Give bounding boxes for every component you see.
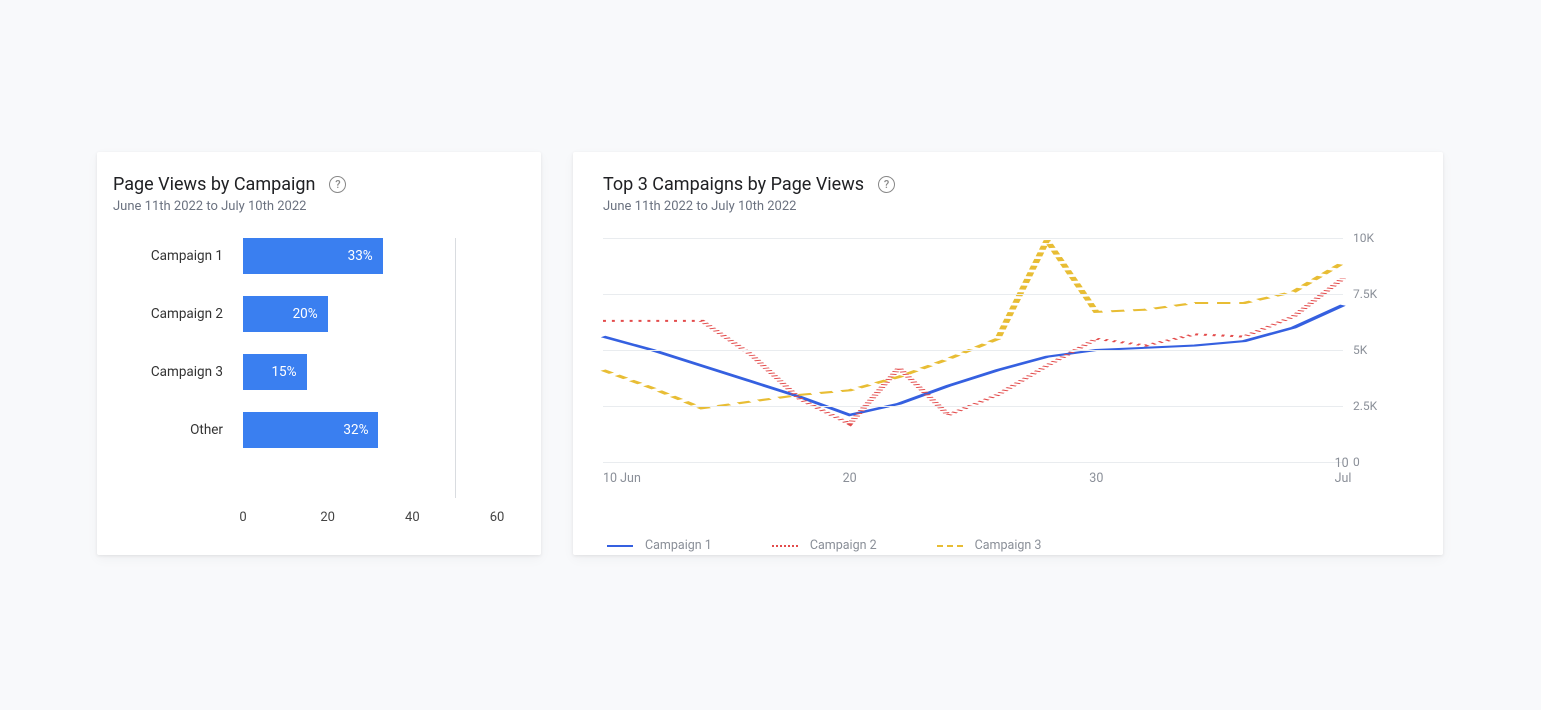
bar-chart-plot: Campaign 133% Campaign 220% Campaign 315% O… [243, 238, 497, 498]
series-line [603, 240, 1343, 408]
series-line [603, 278, 1343, 424]
y-tick-label: 5K [1353, 343, 1403, 357]
x-tick-label: 10 Jul [1335, 456, 1352, 486]
legend-label: Campaign 2 [810, 538, 877, 553]
bar-category-label: Campaign 1 [113, 248, 233, 264]
line-chart-legend: Campaign 1 Campaign 2 Campaign 3 [603, 538, 1413, 553]
x-tick-label: 20 [843, 471, 857, 486]
grid-line [603, 350, 1343, 351]
bar-chart-header: Page Views by Campaign ? [113, 174, 525, 195]
bar-x-tick: 60 [490, 510, 505, 525]
bar-fill: 15% [243, 354, 307, 390]
bar-fill: 32% [243, 412, 378, 448]
grid-line [603, 462, 1343, 463]
bar-row: Campaign 133% [243, 238, 497, 274]
bar-x-tick: 40 [405, 510, 420, 525]
bar-chart-subtitle: June 11th 2022 to July 10th 2022 [113, 199, 525, 214]
y-tick-label: 10K [1353, 231, 1403, 245]
bar-chart-title: Page Views by Campaign [113, 174, 315, 195]
line-chart-plot-area: 02.5K5K7.5K10K10 Jun203010 Jul [603, 238, 1413, 498]
legend-swatch [607, 545, 633, 547]
bar-fill: 20% [243, 296, 328, 332]
y-tick-label: 2.5K [1353, 399, 1403, 413]
bar-category-label: Campaign 3 [113, 364, 233, 380]
grid-line [603, 238, 1343, 239]
bar-fill: 33% [243, 238, 383, 274]
bar-row: Campaign 315% [243, 354, 497, 390]
bar-x-tick: 0 [239, 510, 246, 525]
legend-swatch [937, 545, 963, 547]
legend-label: Campaign 3 [975, 538, 1042, 553]
grid-line [603, 406, 1343, 407]
line-chart-title: Top 3 Campaigns by Page Views [603, 174, 864, 195]
bar-chart-plot-area: Campaign 133%Campaign 220%Campaign 315%O… [113, 238, 525, 538]
grid-line [603, 294, 1343, 295]
line-chart-plot: 02.5K5K7.5K10K10 Jun203010 Jul [603, 238, 1343, 462]
help-icon[interactable]: ? [878, 176, 895, 193]
x-tick-label: 30 [1089, 471, 1103, 486]
bar-category-label: Campaign 2 [113, 306, 233, 322]
legend-item-campaign-2: Campaign 2 [772, 538, 877, 553]
legend-label: Campaign 1 [645, 538, 712, 553]
help-icon[interactable]: ? [329, 176, 346, 193]
legend-item-campaign-1: Campaign 1 [607, 538, 712, 553]
bar-row: Other32% [243, 412, 497, 448]
legend-swatch [772, 545, 798, 547]
series-line [603, 305, 1343, 415]
x-tick-label: 10 Jun [603, 471, 641, 486]
line-chart-header: Top 3 Campaigns by Page Views ? [603, 174, 1413, 195]
bar-row: Campaign 220% [243, 296, 497, 332]
legend-item-campaign-3: Campaign 3 [937, 538, 1042, 553]
bar-category-label: Other [113, 422, 233, 438]
line-chart-card: Top 3 Campaigns by Page Views ? June 11t… [573, 152, 1443, 555]
bar-chart-card: Page Views by Campaign ? June 11th 2022 … [97, 152, 541, 555]
line-chart-subtitle: June 11th 2022 to July 10th 2022 [603, 199, 1413, 214]
y-tick-label: 7.5K [1353, 287, 1403, 301]
bar-x-tick: 20 [320, 510, 335, 525]
y-tick-label: 0 [1353, 455, 1403, 469]
bar-chart-x-ticks: 0204060 [243, 510, 497, 530]
